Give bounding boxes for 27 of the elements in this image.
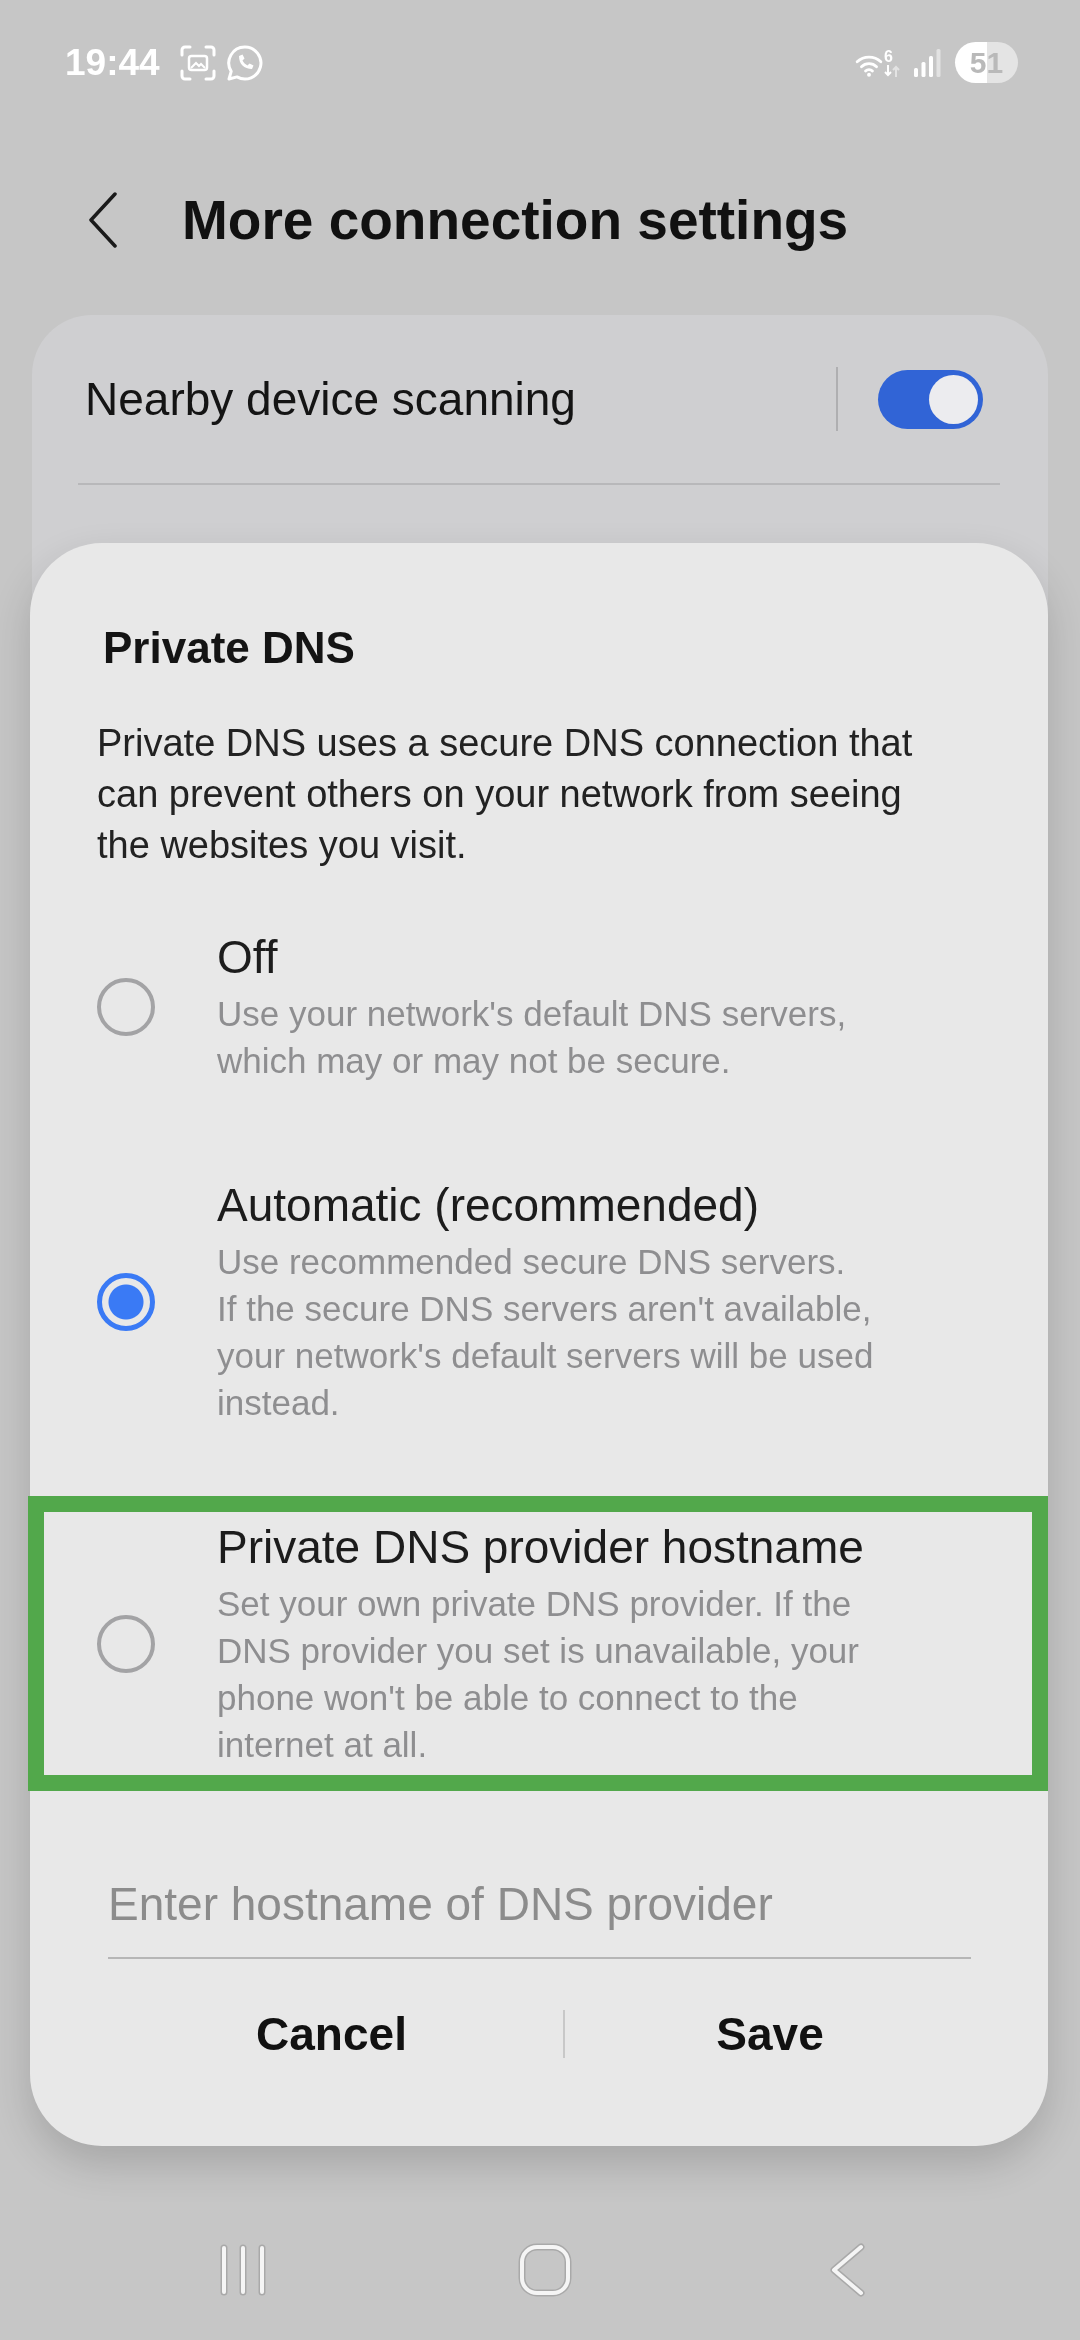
option-label: Private DNS provider hostname	[217, 1520, 864, 1574]
save-button[interactable]: Save	[565, 1989, 975, 2079]
option-label: Off	[217, 930, 278, 984]
home-icon[interactable]	[518, 2243, 572, 2297]
dialog-description: Private DNS uses a secure DNS connection that can prevent others on your network from seeing the websites you visit.	[97, 721, 914, 868]
dialog-title: Private DNS	[103, 623, 355, 673]
option-description: Use recommended secure DNS servers. If the secure DNS servers aren't available, your network's default servers will be used instead.	[217, 1241, 875, 1424]
back-nav-icon[interactable]	[829, 2243, 865, 2297]
page-title: More connection settings	[182, 188, 849, 253]
cancel-button[interactable]: Cancel	[100, 1989, 563, 2079]
wifi-standard-label: 6	[884, 48, 893, 65]
option-label: Automatic (recommended)	[217, 1178, 759, 1232]
status-time: 19:44	[65, 41, 160, 84]
option-description: Use your network's default DNS servers, which may or may not be secure.	[217, 993, 848, 1082]
back-button[interactable]	[88, 192, 118, 248]
option-description: Set your own private DNS provider. If the DNS provider you set is unavailable, your phone won't be able to connect to the internet at all.	[217, 1583, 860, 1766]
radio-button[interactable]	[97, 1273, 155, 1331]
hostname-field[interactable]: Enter hostname of DNS provider	[108, 1877, 971, 1959]
setting-label: Nearby device scanning	[85, 372, 576, 426]
radio-button[interactable]	[97, 978, 155, 1036]
data-arrows-icon	[884, 64, 900, 77]
battery-indicator: 51	[955, 42, 1018, 83]
radio-button[interactable]	[97, 1615, 155, 1673]
signal-icon	[914, 48, 941, 77]
phone-bubble-icon	[225, 43, 264, 82]
screenshot-icon	[179, 44, 216, 81]
recents-icon[interactable]	[218, 2244, 268, 2296]
